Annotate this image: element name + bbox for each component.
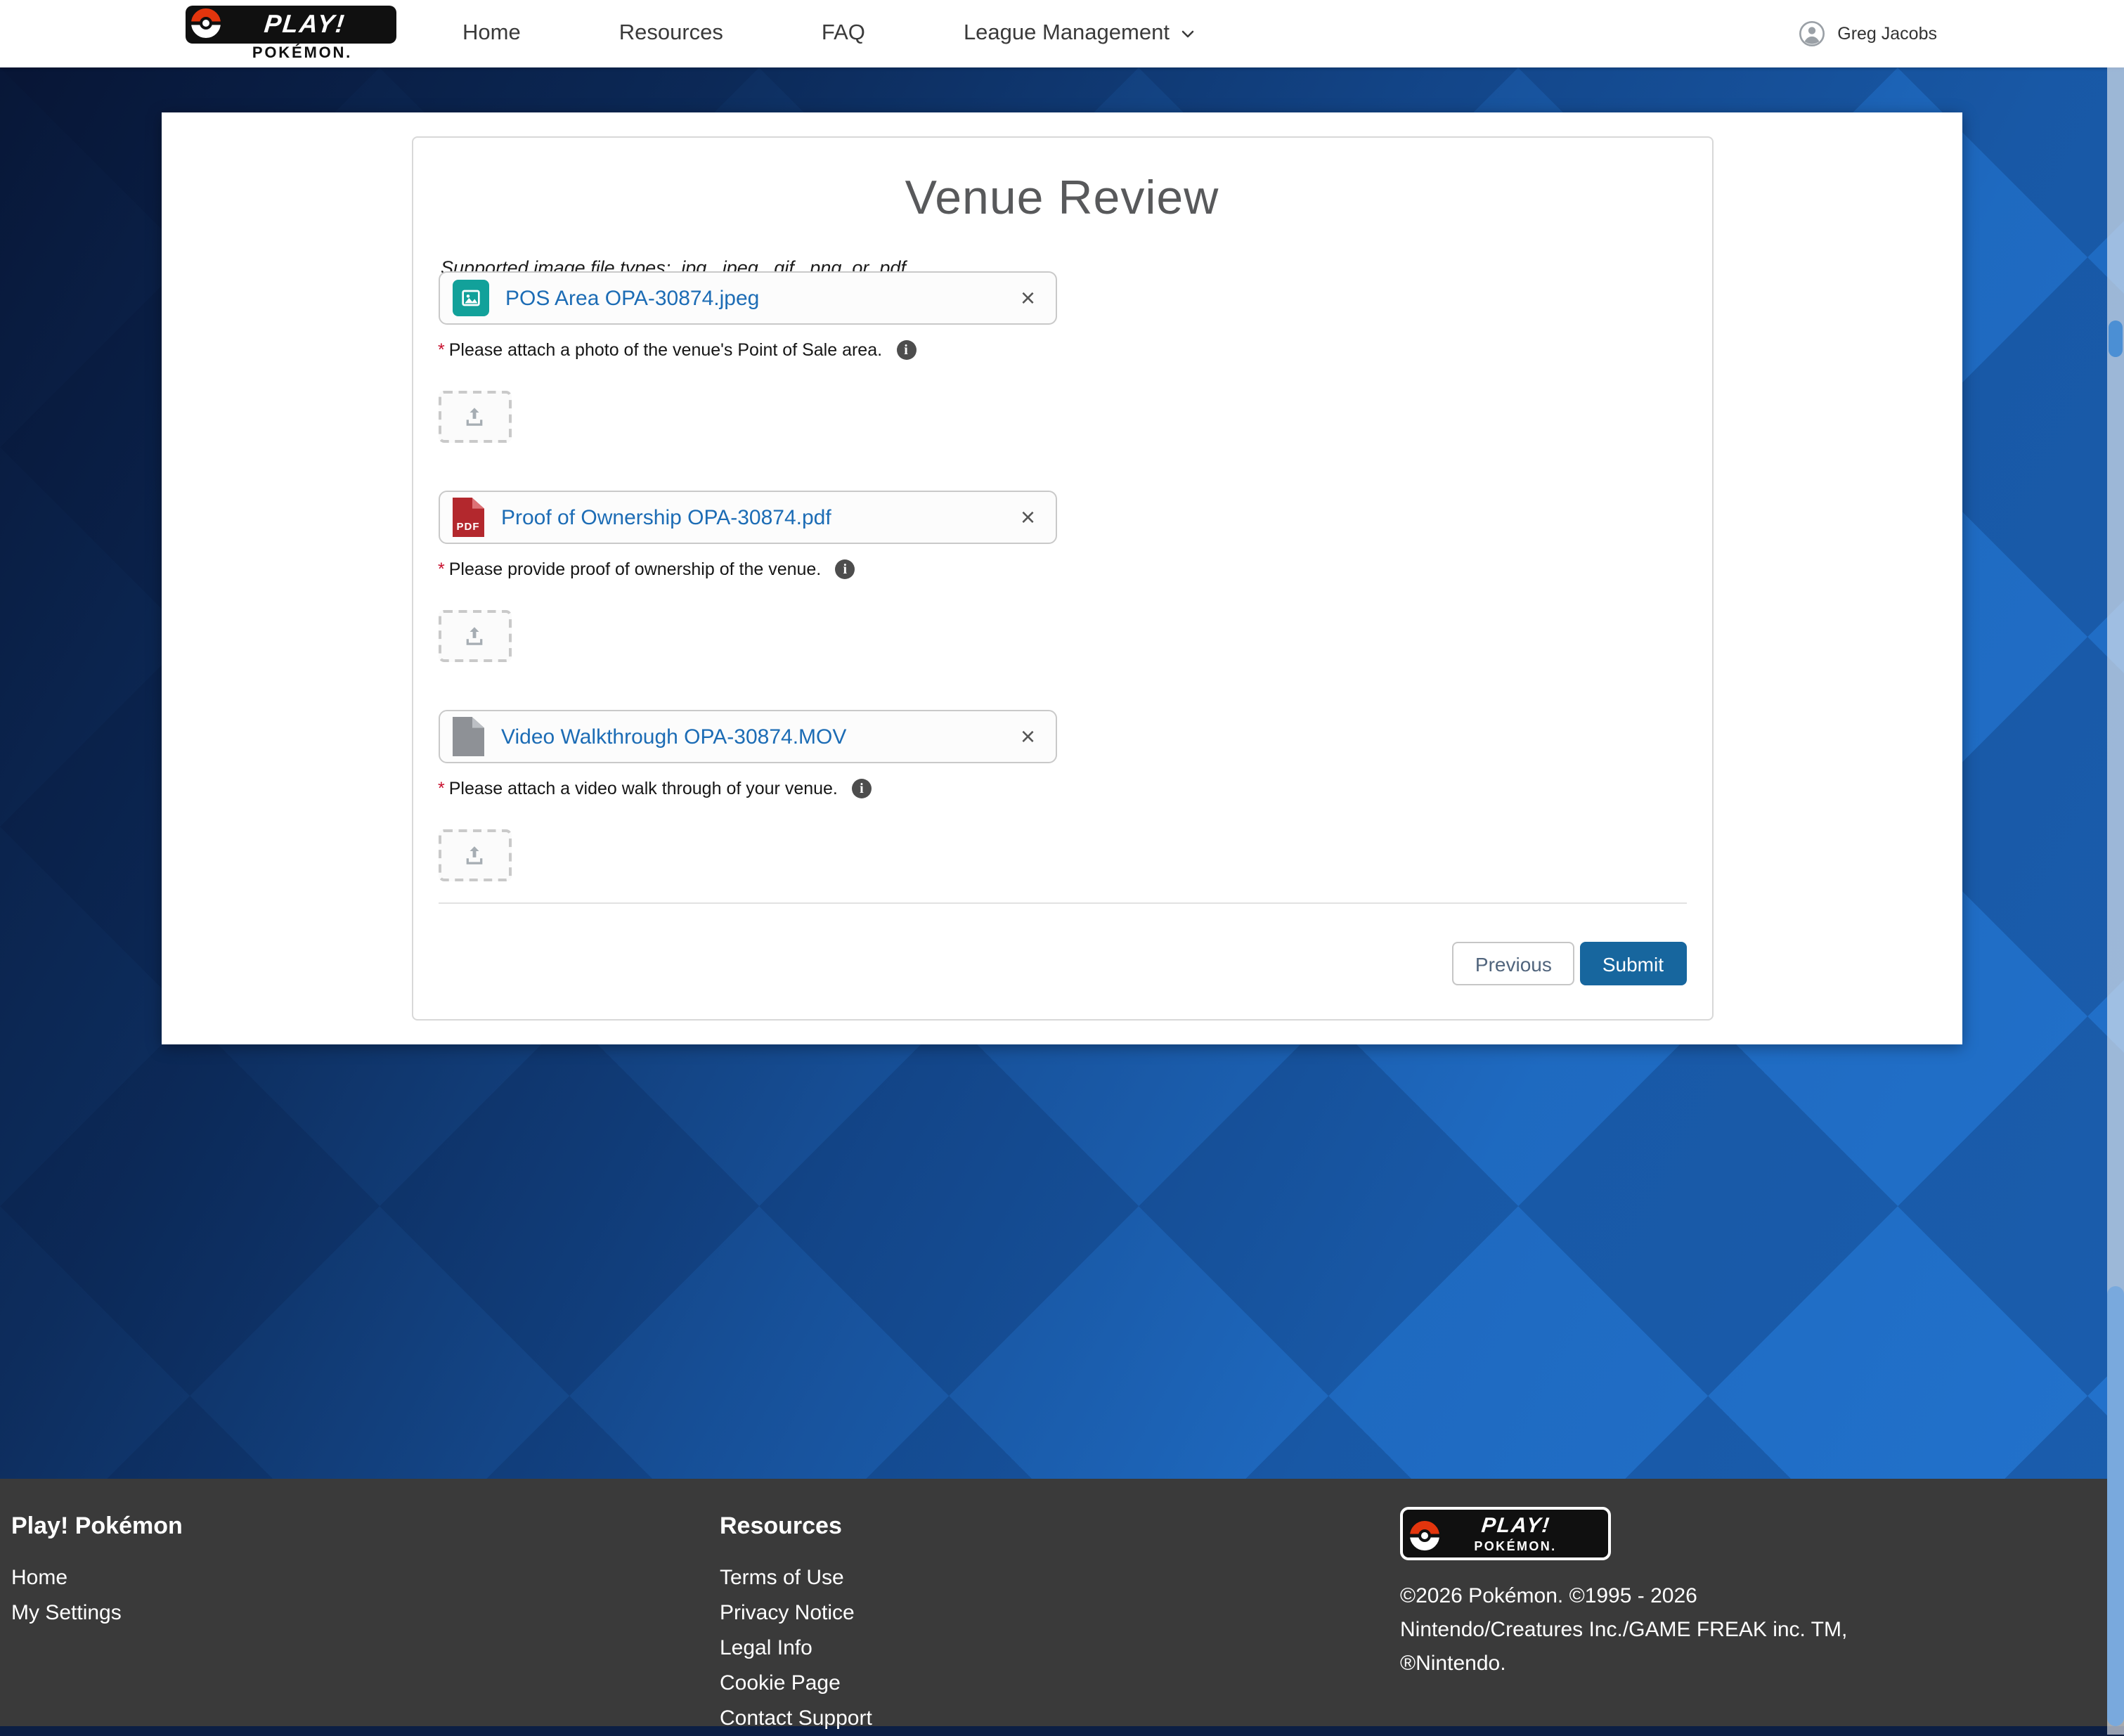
- brand-logo[interactable]: PLAY! POKÉMON.: [186, 6, 396, 62]
- caption-text: Please attach a photo of the venue's Poi…: [449, 340, 882, 360]
- attachment-chip: POS Area OPA-30874.jpeg ×: [438, 271, 1056, 325]
- venue-review-card: Venue Review Supported image file types:…: [411, 136, 1713, 1021]
- nav-faq[interactable]: FAQ: [822, 21, 865, 46]
- required-asterisk: *: [438, 340, 445, 360]
- pdf-badge: PDF: [457, 520, 480, 537]
- upload-dropzone[interactable]: [438, 391, 511, 443]
- generic-file-icon: [452, 717, 484, 756]
- nav-league-management-label: League Management: [964, 21, 1170, 46]
- main-nav: Home Resources FAQ League Management: [462, 21, 1196, 46]
- footer-link-terms-of-use[interactable]: Terms of Use: [720, 1560, 1400, 1595]
- user-icon: [1798, 20, 1826, 48]
- upload-section-video-walkthrough: Video Walkthrough OPA-30874.MOV × * Plea…: [438, 710, 1686, 881]
- footer-link-my-settings[interactable]: My Settings: [11, 1595, 720, 1631]
- attachment-link[interactable]: Video Walkthrough OPA-30874.MOV: [501, 725, 846, 749]
- upload-caption: * Please attach a video walk through of …: [438, 779, 1686, 798]
- copyright: ©2026 Pokémon. ©1995 - 2026 Nintendo/Cre…: [1400, 1580, 2090, 1681]
- brand-pokemon-text: POKÉMON.: [1474, 1539, 1556, 1553]
- caption-text: Please provide proof of ownership of the…: [449, 559, 822, 579]
- top-nav: PLAY! POKÉMON. Home Resources FAQ League…: [0, 0, 2124, 67]
- copyright-line: ©2026 Pokémon. ©1995 - 2026: [1400, 1580, 2090, 1614]
- info-icon[interactable]: i: [852, 779, 872, 798]
- brand-play-text: PLAY!: [1479, 1514, 1550, 1538]
- footer-heading: Resources: [720, 1512, 1400, 1541]
- footer: Play! Pokémon Home My Settings Resources…: [0, 1479, 2124, 1726]
- pokeball-icon: [188, 6, 224, 41]
- nav-resources[interactable]: Resources: [619, 21, 723, 46]
- upload-dropzone[interactable]: [438, 829, 511, 881]
- chevron-down-icon: [1179, 25, 1196, 42]
- footer-column-resources: Resources Terms of Use Privacy Notice Le…: [720, 1507, 1400, 1726]
- upload-icon: [462, 624, 486, 648]
- attachment-link[interactable]: POS Area OPA-30874.jpeg: [505, 286, 759, 310]
- footer-brand-logo[interactable]: PLAY! POKÉMON.: [1400, 1507, 1611, 1560]
- copyright-line: ®Nintendo.: [1400, 1647, 2090, 1681]
- scrollbar-thumb-page[interactable]: [2107, 1286, 2124, 1726]
- previous-button[interactable]: Previous: [1453, 942, 1574, 985]
- footer-link-privacy-notice[interactable]: Privacy Notice: [720, 1595, 1400, 1631]
- upload-caption: * Please attach a photo of the venue's P…: [438, 340, 1686, 360]
- scrollbar-thumb-inner[interactable]: [2109, 320, 2123, 357]
- nav-league-management[interactable]: League Management: [964, 21, 1196, 46]
- attachment-link[interactable]: Proof of Ownership OPA-30874.pdf: [501, 505, 831, 529]
- scrollbar-track[interactable]: [2107, 67, 2124, 1735]
- submit-button[interactable]: Submit: [1580, 942, 1686, 985]
- required-asterisk: *: [438, 559, 445, 579]
- remove-attachment-button[interactable]: ×: [1018, 505, 1038, 530]
- footer-column-play-pokemon: Play! Pokémon Home My Settings: [11, 1507, 720, 1726]
- footer-link-cookie-page[interactable]: Cookie Page: [720, 1666, 1400, 1701]
- content-panel: Venue Review Supported image file types:…: [162, 112, 1962, 1044]
- info-icon[interactable]: i: [896, 340, 916, 360]
- caption-text: Please attach a video walk through of yo…: [449, 779, 838, 798]
- remove-attachment-button[interactable]: ×: [1018, 724, 1038, 749]
- background: Venue Review Supported image file types:…: [0, 67, 2124, 1479]
- upload-section-pos-area: POS Area OPA-30874.jpeg × * Please attac…: [438, 271, 1686, 443]
- brand-pokemon-text: POKÉMON.: [186, 45, 396, 62]
- user-name: Greg Jacobs: [1837, 24, 1937, 44]
- copyright-line: Nintendo/Creatures Inc./GAME FREAK inc. …: [1400, 1614, 2090, 1647]
- page: PLAY! POKÉMON. Home Resources FAQ League…: [0, 0, 2124, 1735]
- upload-section-proof-of-ownership: PDF Proof of Ownership OPA-30874.pdf × *…: [438, 491, 1686, 662]
- upload-icon: [462, 843, 486, 867]
- upload-caption: * Please provide proof of ownership of t…: [438, 559, 1686, 579]
- divider: [438, 902, 1686, 904]
- attachment-chip: Video Walkthrough OPA-30874.MOV ×: [438, 710, 1056, 763]
- page-title: Venue Review: [438, 171, 1686, 226]
- form-actions: Previous Submit: [438, 942, 1686, 985]
- footer-heading: Play! Pokémon: [11, 1512, 720, 1541]
- remove-attachment-button[interactable]: ×: [1018, 285, 1038, 311]
- info-icon[interactable]: i: [835, 559, 855, 579]
- pokeball-icon: [1407, 1518, 1442, 1553]
- brand-play-text: PLAY!: [263, 10, 347, 39]
- upload-icon: [462, 405, 486, 429]
- footer-column-legal: PLAY! POKÉMON. ©2026 Pokémon. ©1995 - 20…: [1400, 1507, 2124, 1726]
- nav-home[interactable]: Home: [462, 21, 521, 46]
- user-menu[interactable]: Greg Jacobs: [1798, 20, 1937, 48]
- required-asterisk: *: [438, 779, 445, 798]
- attachment-chip: PDF Proof of Ownership OPA-30874.pdf ×: [438, 491, 1056, 544]
- upload-dropzone[interactable]: [438, 610, 511, 662]
- footer-link-legal-info[interactable]: Legal Info: [720, 1631, 1400, 1666]
- pdf-file-icon: PDF: [452, 498, 484, 537]
- footer-link-contact-support[interactable]: Contact Support: [720, 1701, 1400, 1736]
- footer-link-home[interactable]: Home: [11, 1560, 720, 1595]
- image-file-icon: [452, 280, 488, 316]
